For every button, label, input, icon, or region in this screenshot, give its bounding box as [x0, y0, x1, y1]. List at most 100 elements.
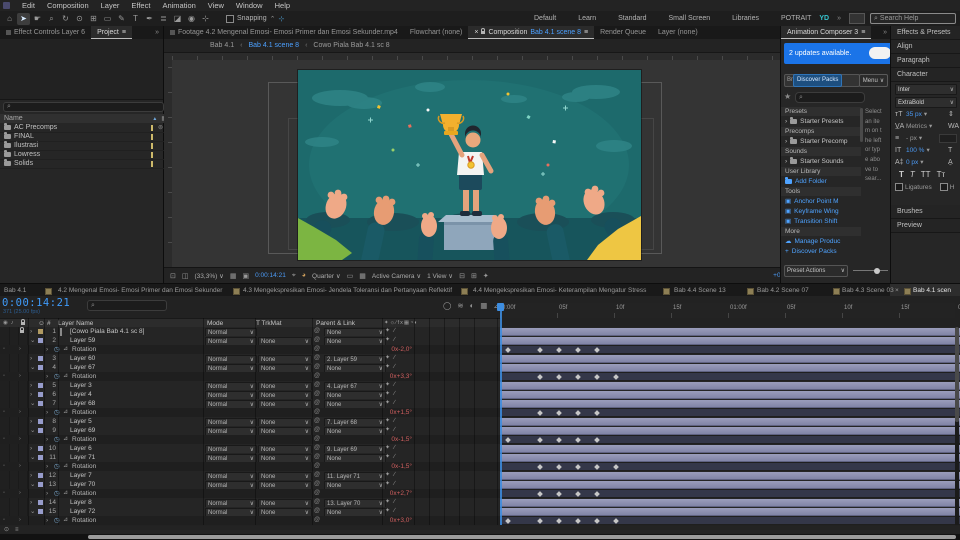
layer-color-chip[interactable]	[38, 446, 43, 451]
track-area[interactable]	[500, 498, 960, 507]
layer-duration-bar[interactable]	[500, 391, 960, 399]
tracking-icon[interactable]: WA	[948, 123, 959, 130]
layer-duration-bar[interactable]	[500, 454, 960, 462]
panel-brushes[interactable]: Brushes	[891, 205, 960, 219]
timeline-vertical-scrollbar[interactable]	[955, 327, 959, 525]
font-family-select[interactable]: Inter ∨	[895, 84, 957, 95]
fill-over-stroke-icon[interactable]: ⇕	[948, 110, 957, 118]
comp-tab[interactable]: Bab 4.3 Scene 03	[842, 287, 894, 294]
leading-value[interactable]: - px	[906, 135, 917, 142]
snapping-checkbox[interactable]	[226, 14, 234, 23]
updates-banner[interactable]: 2 updates available.	[784, 43, 893, 64]
expander-icon[interactable]: ›	[46, 345, 48, 354]
stopwatch-icon[interactable]: ◷	[54, 516, 60, 525]
playhead-line[interactable]	[500, 311, 502, 525]
leading-input[interactable]	[939, 133, 957, 143]
layer-switches[interactable]: ✦∕	[385, 336, 399, 345]
camera-select[interactable]: Active Camera ∨	[372, 272, 421, 280]
layer-color-chip[interactable]	[38, 473, 43, 478]
layer-name[interactable]: Layer 71	[70, 453, 95, 462]
pickwhip-icon[interactable]: @	[314, 453, 320, 462]
clone-stamp-tool-icon[interactable]: ≣	[157, 13, 170, 25]
ac-item[interactable]: › Starter Precomp	[781, 136, 861, 146]
panel-menu-icon[interactable]: ≡	[122, 26, 126, 39]
comp-tab[interactable]: 4.2 Mengenal Emosi- Emosi Primer dan Emo…	[58, 287, 222, 294]
av-switches[interactable]	[0, 390, 28, 399]
rotation-value[interactable]: 0x+1,5°	[374, 408, 412, 417]
av-switches[interactable]	[0, 381, 28, 390]
workspace-potrait[interactable]: POTRAIT	[781, 15, 811, 22]
menu-window[interactable]: Window	[230, 0, 269, 11]
panel-effects-presets[interactable]: Effects & Presets	[891, 26, 960, 40]
stopwatch-icon[interactable]: ◷	[54, 372, 60, 381]
tsume-icon[interactable]: A̠	[948, 159, 957, 166]
project-item[interactable]: Solids	[0, 159, 167, 169]
draft-3d-icon[interactable]: ≋	[457, 301, 463, 310]
menu-edit[interactable]: Edit	[16, 0, 41, 11]
pixel-aspect-icon[interactable]: ⊟	[459, 272, 465, 280]
eraser-tool-icon[interactable]: ◪	[171, 13, 184, 25]
layer-duration-bar[interactable]	[500, 427, 960, 435]
expander-icon[interactable]: ⌄	[30, 336, 35, 345]
expander-icon[interactable]: ›	[30, 354, 32, 363]
keyframe-navigator[interactable]: ◦›	[3, 408, 35, 417]
expander-icon[interactable]: ⌄	[30, 480, 35, 489]
pickwhip-icon[interactable]: @	[314, 480, 320, 489]
expand-transform-icon[interactable]: ≡	[15, 527, 19, 533]
layer-duration-bar[interactable]	[500, 445, 960, 453]
scrollbar-thumb[interactable]	[88, 535, 956, 539]
close-tab-icon[interactable]: ×	[895, 287, 899, 294]
expander-icon[interactable]: ›	[46, 408, 48, 417]
layer-color-chip[interactable]	[38, 509, 43, 514]
expander-icon[interactable]: ⌄	[30, 426, 35, 435]
av-switches[interactable]	[0, 453, 28, 462]
av-switches[interactable]	[0, 507, 28, 516]
panel-paragraph[interactable]: Paragraph	[891, 54, 960, 68]
graph-icon[interactable]: ⊿	[63, 408, 68, 417]
rotation-value[interactable]: 0x+3,3°	[374, 372, 412, 381]
current-time-display[interactable]: 0:00:14:21	[2, 297, 70, 309]
help-search-input[interactable]: ⌕ Search Help	[870, 13, 956, 24]
composition-frame[interactable]	[297, 70, 641, 268]
layer-switches[interactable]: ✦∕	[385, 363, 399, 372]
av-switches[interactable]	[0, 336, 28, 345]
property-name[interactable]: Rotation	[72, 408, 96, 417]
workspace-learn[interactable]: Learn	[578, 15, 596, 22]
workspace-libraries[interactable]: Libraries	[732, 15, 759, 22]
layer-duration-bar[interactable]	[500, 508, 960, 516]
resolution-select[interactable]: Quarter ∨	[312, 272, 341, 280]
panel-menu-icon[interactable]: ≡	[584, 26, 588, 39]
track-area[interactable]	[500, 480, 960, 489]
property-name[interactable]: Rotation	[72, 489, 96, 498]
favorites-star-icon[interactable]: ★	[784, 92, 791, 101]
layer-name[interactable]: Layer 4	[70, 390, 92, 399]
pickwhip-icon[interactable]: @	[314, 498, 320, 507]
pasteboard[interactable]	[172, 60, 780, 268]
graph-icon[interactable]: ⊿	[63, 489, 68, 498]
layer-switches[interactable]: ✦∕	[385, 480, 399, 489]
comp-tab[interactable]: Bab 4.4 Scene 13	[674, 287, 726, 294]
all-caps-icon[interactable]: TT	[921, 170, 931, 179]
viewer-tab[interactable]: × Composition Bab 4.1 scene 8 ≡	[468, 26, 595, 39]
layer-switches[interactable]: ✦∕	[385, 381, 399, 390]
expander-icon[interactable]: ›	[30, 390, 32, 399]
expander-icon[interactable]: ⌄	[30, 507, 35, 516]
panel-preview[interactable]: Preview	[891, 219, 960, 233]
kerning-value[interactable]: Metrics	[906, 123, 927, 130]
layer-color-chip[interactable]	[38, 392, 43, 397]
menu-effect[interactable]: Effect	[125, 0, 156, 11]
av-switches[interactable]	[0, 471, 28, 480]
baseline-shift-value[interactable]: 0 px	[906, 159, 918, 166]
track-area[interactable]	[500, 399, 960, 408]
faux-italic-icon[interactable]: T	[910, 170, 915, 179]
project-columns-header[interactable]: Name ▲ ▦	[0, 114, 171, 123]
layer-name[interactable]: Layer 6	[70, 444, 92, 453]
expander-icon[interactable]: ›	[30, 498, 32, 507]
timeline-horizontal-scrollbar[interactable]	[0, 534, 960, 540]
frame-blend-icon[interactable]: ▦	[480, 301, 487, 310]
pickwhip-icon[interactable]: @	[314, 345, 320, 354]
track-area[interactable]	[500, 462, 960, 471]
expander-icon[interactable]: ›	[46, 489, 48, 498]
property-name[interactable]: Rotation	[72, 462, 96, 471]
chevron-right-icon[interactable]: ›	[785, 158, 787, 165]
